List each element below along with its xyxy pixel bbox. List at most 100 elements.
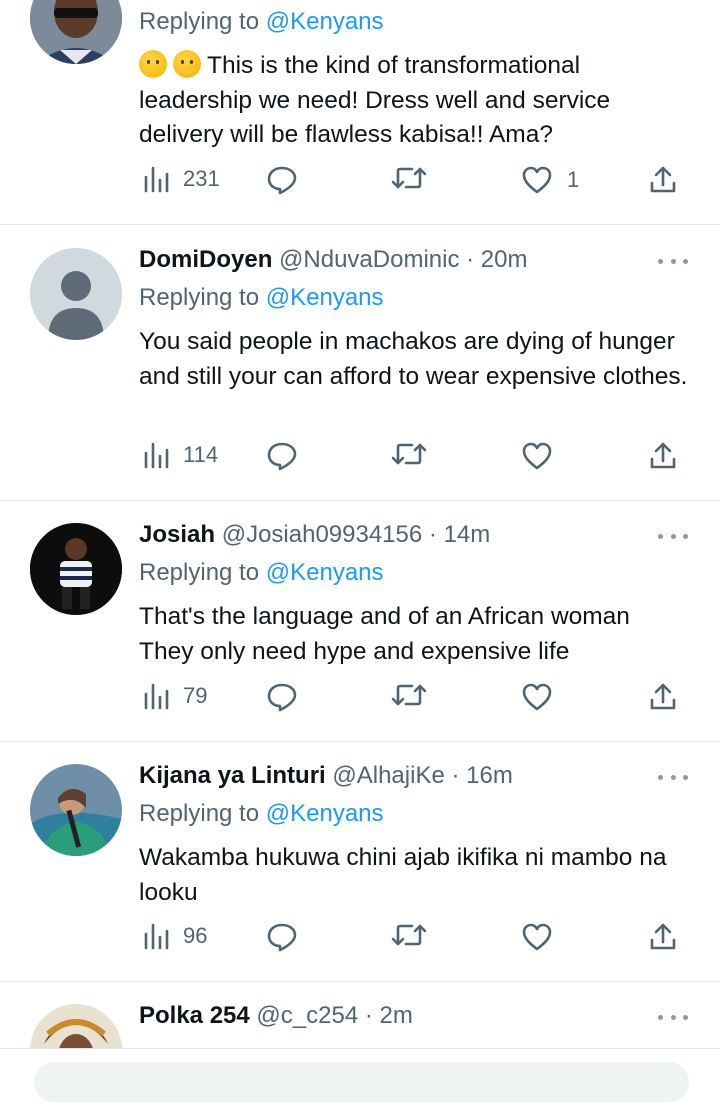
display-name[interactable]: Kijana ya Linturi [139,762,326,789]
reply-icon [267,166,297,195]
replying-label: Replying to [139,559,260,586]
avatar-photo [30,764,122,856]
share-icon [650,683,676,710]
replying-label: Replying to [139,284,260,311]
retweet-icon [391,443,427,465]
display-name[interactable]: Josiah [139,521,215,548]
retweet-button[interactable] [391,441,427,467]
heart-icon [522,683,552,711]
reply-button[interactable] [266,441,298,471]
views-count: 96 [183,923,208,948]
timestamp[interactable]: 14m [444,521,491,548]
like-button[interactable] [521,922,553,952]
separator-dot: · [358,1002,380,1029]
more-icon[interactable] [658,1012,688,1022]
replying-label: Replying to [139,8,260,35]
avatar-photo [30,0,122,64]
replying-to: Replying to @Kenyans [139,799,384,829]
retweet-button[interactable] [391,165,427,191]
replying-label: Replying to [139,800,260,827]
views-button[interactable]: 231 [143,165,220,193]
divider [0,741,720,742]
avatar[interactable] [30,523,122,615]
reply-button[interactable] [266,165,298,195]
avatar[interactable] [30,248,122,340]
retweet-button[interactable] [391,682,427,708]
like-button[interactable] [521,682,553,712]
heart-icon [522,923,552,951]
tweet-actions: 231 1 [0,165,720,201]
retweet-icon [391,924,427,946]
share-button[interactable] [649,682,677,712]
tweet-text: This is the kind of transformational lea… [139,49,699,153]
views-icon [144,923,169,950]
tweet-actions: 79 [0,682,720,718]
retweet-button[interactable] [391,922,427,948]
reply-button[interactable] [266,682,298,712]
more-icon[interactable] [658,772,688,782]
reply-button[interactable] [266,922,298,952]
timestamp[interactable]: 2m [380,1002,413,1029]
like-button[interactable]: 1 [521,165,579,195]
tweet-5[interactable]: Polka 254 @c_c254 · 2m [0,982,720,1048]
replying-to-link[interactable]: @Kenyans [266,8,384,35]
separator-dot: · [422,521,444,548]
handle[interactable]: @Josiah09934156 [222,521,423,548]
replying-to-link[interactable]: @Kenyans [266,559,384,586]
views-button[interactable]: 114 [143,441,218,469]
replying-to-link[interactable]: @Kenyans [266,284,384,311]
tweet-text-content: This is the kind of transformational lea… [139,52,611,148]
handle[interactable]: @c_c254 [256,1002,358,1029]
more-icon[interactable] [658,256,688,266]
tweet-actions: 114 [0,441,720,477]
tweet-text: You said people in machakos are dying of… [139,328,688,390]
share-button[interactable] [649,441,677,471]
share-button[interactable] [649,922,677,952]
avatar[interactable] [30,0,122,64]
avatar[interactable] [30,1004,122,1048]
replying-to: Replying to @Kenyans [139,283,384,313]
separator-dot: · [459,246,481,273]
replying-to-link[interactable]: @Kenyans [266,800,384,827]
divider [0,500,720,501]
views-button[interactable]: 79 [143,682,207,710]
heart-icon [522,166,552,194]
timestamp[interactable]: 20m [481,246,528,273]
views-icon [144,683,169,710]
views-count: 114 [183,442,219,467]
tweet-header: Josiah @Josiah09934156 · 14m [139,520,490,550]
timestamp[interactable]: 16m [466,762,513,789]
share-icon [650,442,676,469]
avatar-photo [30,1004,122,1048]
like-button[interactable] [521,441,553,471]
avatar-photo [30,523,122,615]
thinking-face-emoji [139,50,167,78]
replying-to: Replying to @Kenyans [139,558,384,588]
display-name[interactable]: Polka 254 [139,1002,250,1029]
divider [0,224,720,225]
reply-icon [267,442,297,471]
reply-input[interactable] [34,1062,689,1102]
separator-dot: · [444,762,467,789]
share-icon [650,923,676,950]
share-button[interactable] [649,165,677,195]
tweet-header: Polka 254 @c_c254 · 2m [139,1001,413,1031]
views-icon [144,166,169,193]
views-count: 79 [183,683,208,708]
tweet-text: That's the language and of an African wo… [139,603,630,665]
reply-icon [267,683,297,712]
default-profile-icon [30,248,122,340]
heart-icon [522,442,552,470]
handle[interactable]: @NduvaDominic [279,246,459,273]
views-button[interactable]: 96 [143,922,207,950]
more-icon[interactable] [658,531,688,541]
replying-to: Replying to @Kenyans [139,7,384,37]
retweet-icon [391,684,427,706]
views-count: 231 [183,166,220,191]
tweet-header: DomiDoyen @NduvaDominic · 20m [139,245,527,275]
tweet-header: Kijana ya Linturi @AlhajiKe · 16m [139,761,513,791]
avatar[interactable] [30,764,122,856]
handle[interactable]: @AlhajiKe [332,762,444,789]
display-name[interactable]: DomiDoyen [139,246,272,273]
likes-count: 1 [567,167,580,192]
